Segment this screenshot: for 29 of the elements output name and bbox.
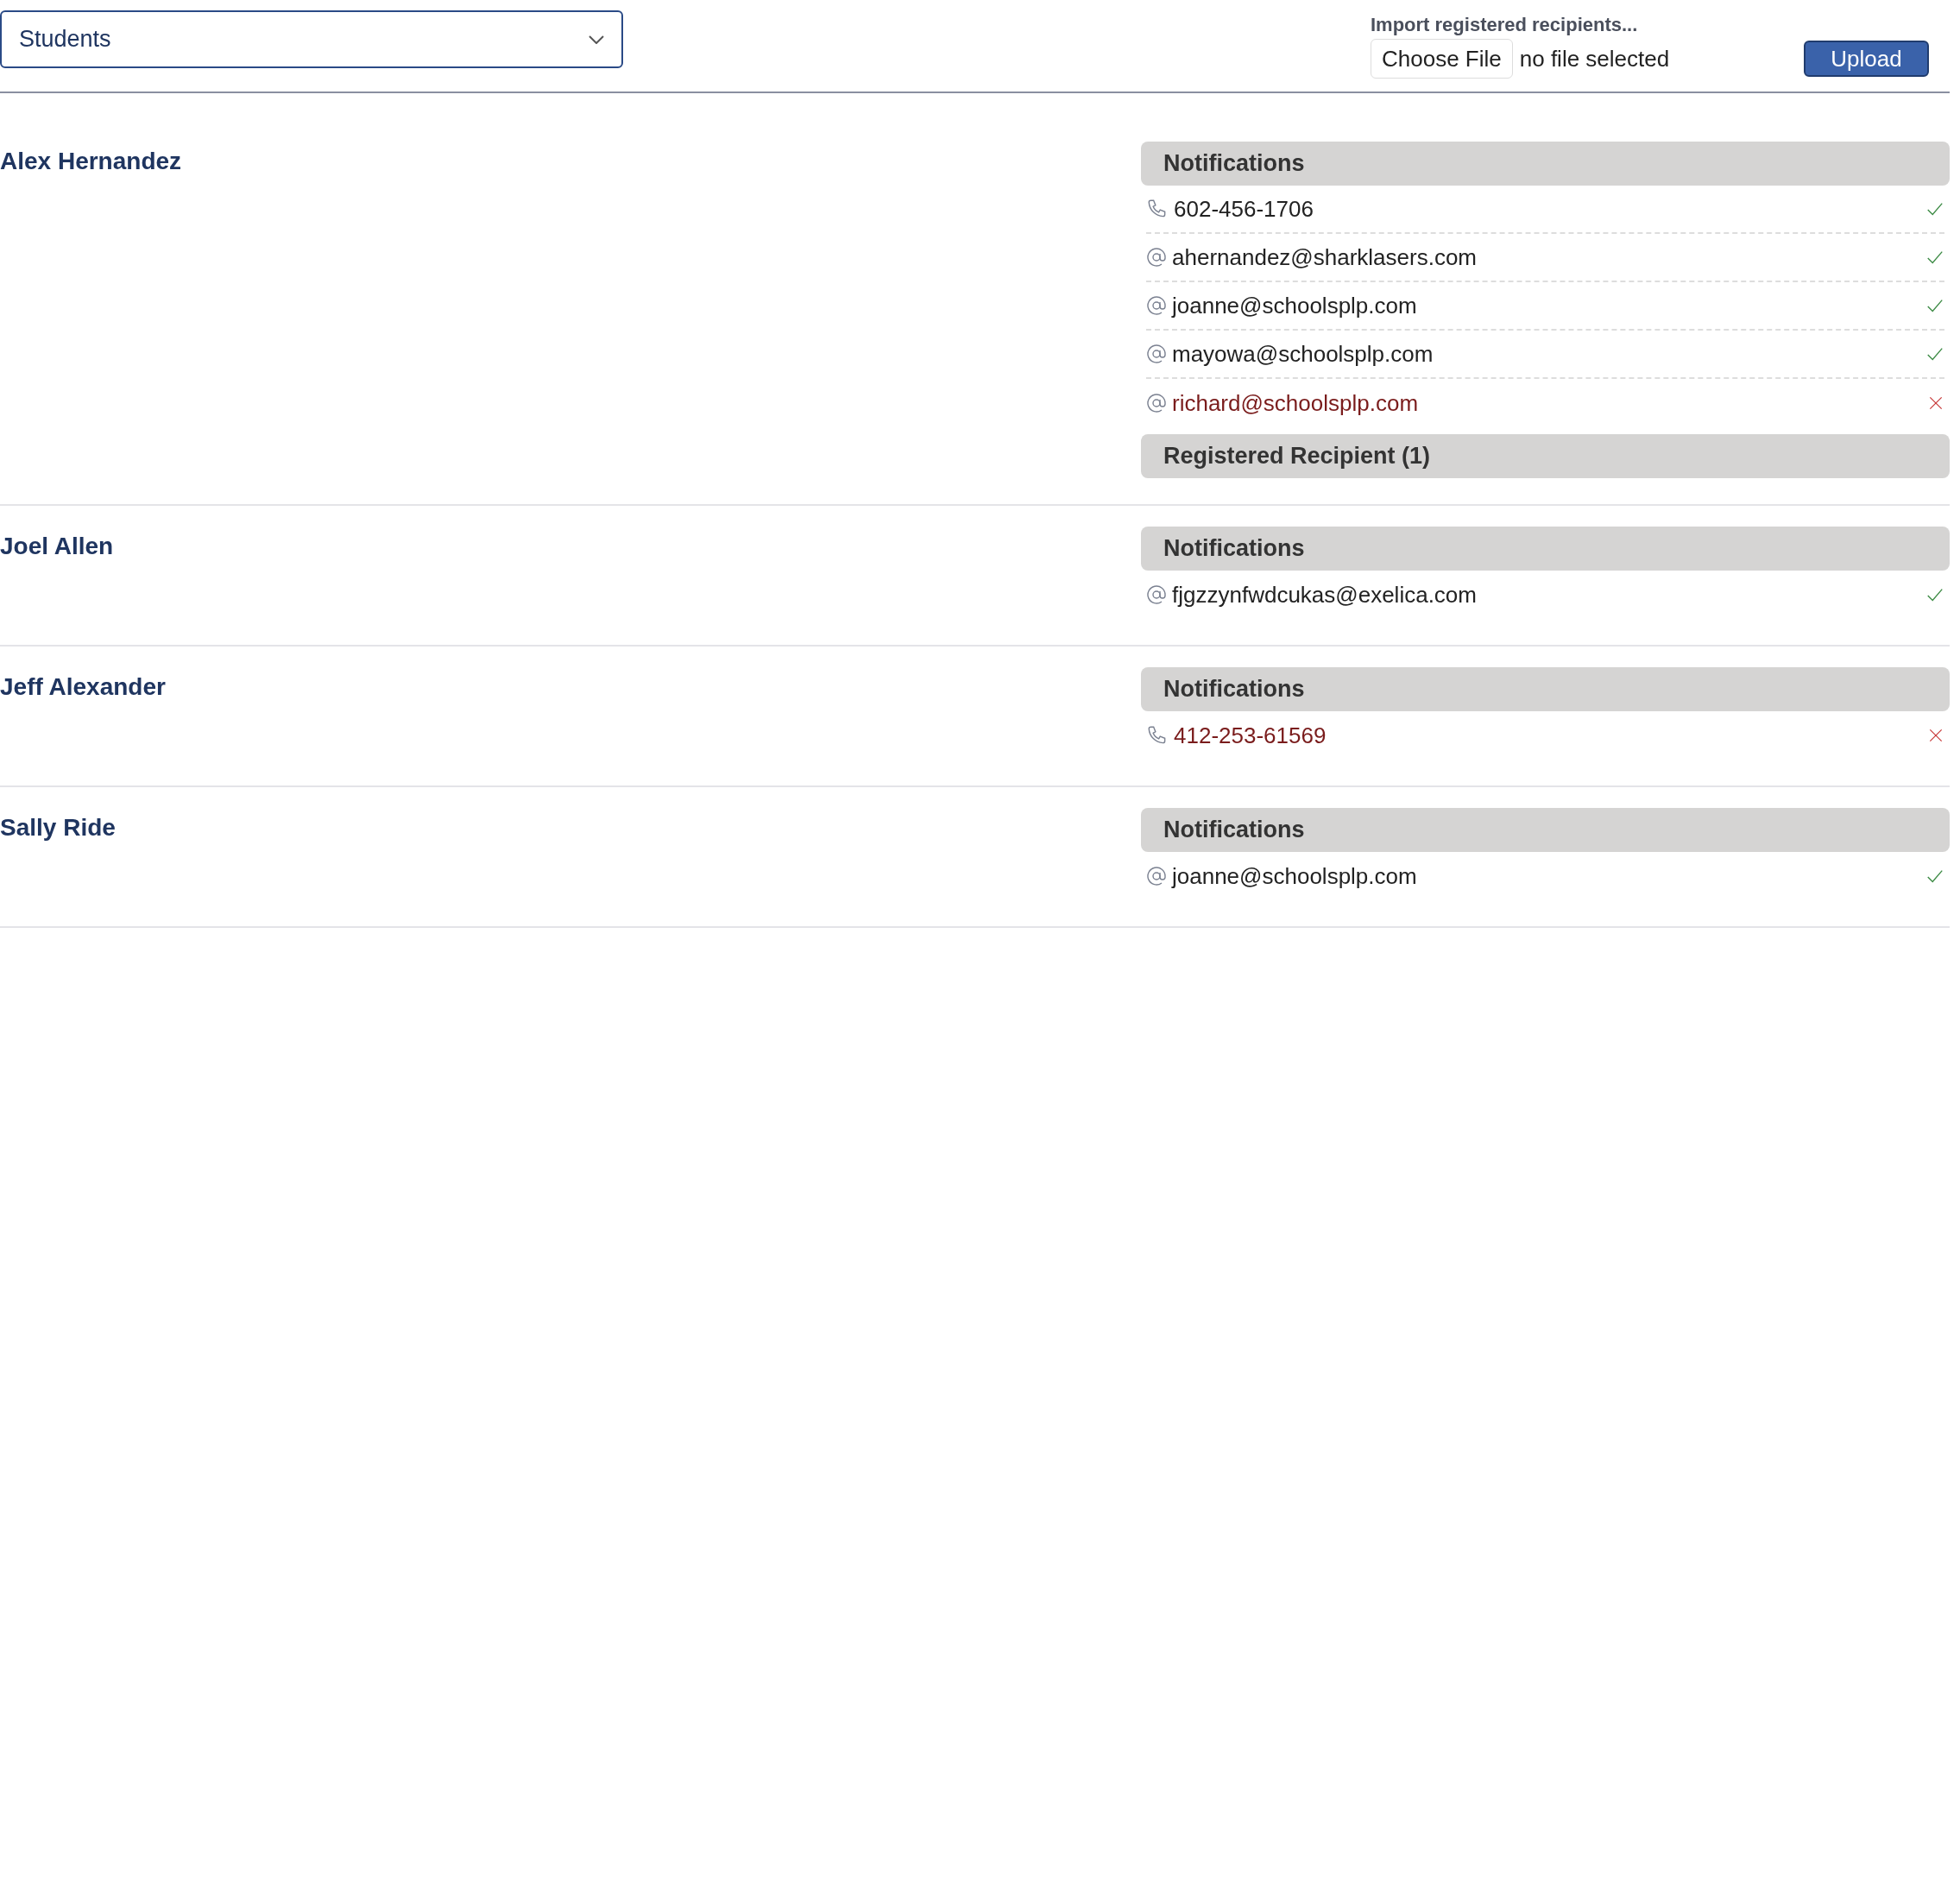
contact-text: joanne@schoolsplp.com — [1172, 861, 1417, 891]
upload-button[interactable]: Upload — [1804, 41, 1929, 77]
contact-text: mayowa@schoolsplp.com — [1172, 339, 1434, 369]
at-sign-icon — [1146, 247, 1167, 268]
chevron-down-icon — [589, 35, 604, 44]
contact-text: 602-456-1706 — [1174, 194, 1314, 224]
at-sign-icon — [1146, 344, 1167, 364]
contact-text: 412-253-61569 — [1174, 721, 1327, 750]
student-name: Jeff Alexander — [0, 673, 166, 700]
student-name: Joel Allen — [0, 533, 114, 559]
contact-text: fjgzzynfwdcukas@exelica.com — [1172, 580, 1477, 609]
student-name: Sally Ride — [0, 814, 116, 841]
section-header: Notifications — [1141, 808, 1950, 852]
student-name: Alex Hernandez — [0, 148, 182, 174]
contact-text: ahernandez@sharklasers.com — [1172, 243, 1477, 272]
section-header: Notifications — [1141, 527, 1950, 571]
choose-file-button[interactable]: Choose File — [1371, 39, 1513, 79]
contact-text: richard@schoolsplp.com — [1172, 388, 1419, 418]
at-sign-icon — [1146, 866, 1167, 886]
contact-text: joanne@schoolsplp.com — [1172, 291, 1417, 320]
section-header: Registered Recipient (1) — [1141, 434, 1950, 478]
at-sign-icon — [1146, 584, 1167, 605]
import-label: Import registered recipients... — [1371, 13, 1639, 37]
students-dropdown[interactable]: Students — [0, 10, 623, 68]
section-header: Notifications — [1141, 667, 1950, 711]
section-header: Notifications — [1141, 142, 1950, 186]
file-status-text: no file selected — [1519, 44, 1670, 73]
at-sign-icon — [1146, 295, 1167, 316]
at-sign-icon — [1146, 393, 1167, 413]
